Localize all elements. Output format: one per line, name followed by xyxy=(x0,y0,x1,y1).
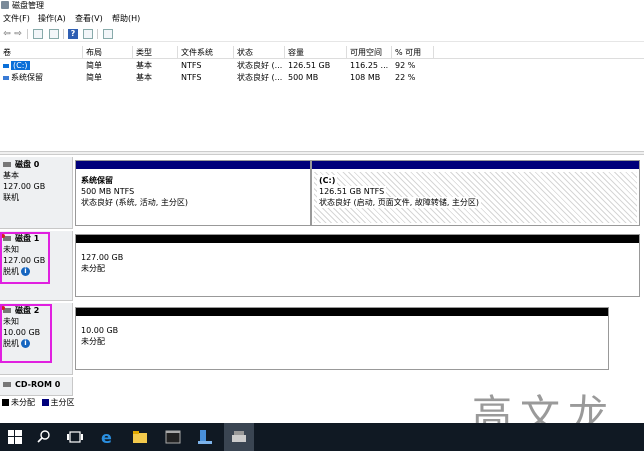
menu-help[interactable]: 帮助(H) xyxy=(112,12,140,25)
properties-icon[interactable] xyxy=(49,29,59,39)
legend-unallocated: 未分配 xyxy=(11,398,35,407)
search-icon[interactable] xyxy=(35,428,53,446)
pane-splitter[interactable] xyxy=(0,151,644,155)
disk-0-name: 磁盘 0 xyxy=(15,160,40,169)
legend-primary: 主分区 xyxy=(50,398,75,407)
volume-capacity: 126.51 GB xyxy=(288,61,331,70)
disk-0-size: 127.00 GB xyxy=(3,182,46,191)
volume-name: (C:) xyxy=(11,61,30,70)
task-view-icon[interactable] xyxy=(66,428,84,446)
column-header-layout[interactable]: 布局 xyxy=(83,46,133,59)
highlight-box xyxy=(0,304,52,363)
taskbar: e xyxy=(0,423,644,451)
menu-view[interactable]: 查看(V) xyxy=(75,12,103,25)
disk-management-app-icon xyxy=(1,1,9,9)
back-arrow-icon[interactable]: ⇦ xyxy=(2,29,12,39)
volume-status: 状态良好 (... xyxy=(237,73,283,82)
cdrom-icon xyxy=(3,382,11,387)
volume-list-header: 卷 布局 类型 文件系统 状态 容量 可用空间 % 可用 xyxy=(0,46,644,59)
server-manager-icon[interactable] xyxy=(196,428,214,446)
cdrom-label[interactable]: CD-ROM 0 xyxy=(0,377,73,396)
volume-filesystem: NTFS xyxy=(181,73,202,82)
toolbar: ⇦ ⇨ ? xyxy=(0,26,644,42)
partition-name: (C:) xyxy=(317,175,338,186)
drive-icon xyxy=(3,63,9,68)
partition-status: 状态良好 (启动, 页面文件, 故障转储, 主分区) xyxy=(317,197,482,208)
volume-filesystem: NTFS xyxy=(181,61,202,70)
partition-status: 未分配 xyxy=(81,264,105,273)
volume-name: 系统保留 xyxy=(11,73,43,82)
active-taskbar-item[interactable] xyxy=(224,423,254,451)
partition-disk-1-unallocated[interactable]: 127.00 GB 未分配 xyxy=(75,234,640,297)
forward-arrow-icon[interactable]: ⇨ xyxy=(13,29,23,39)
column-header-filesystem[interactable]: 文件系统 xyxy=(178,46,234,59)
partition-size: 126.51 GB NTFS xyxy=(317,186,387,197)
column-header-percent-free[interactable]: % 可用 xyxy=(392,46,434,59)
disk-0-state: 联机 xyxy=(3,193,19,202)
volume-percent-free: 22 % xyxy=(395,73,416,82)
volume-layout: 简单 xyxy=(86,61,102,70)
partition-size: 10.00 GB xyxy=(81,326,119,335)
refresh-list-icon[interactable] xyxy=(103,29,113,39)
drive-icon xyxy=(3,75,9,80)
column-header-status[interactable]: 状态 xyxy=(234,46,285,59)
primary-swatch xyxy=(41,399,49,406)
column-header-capacity[interactable]: 容量 xyxy=(285,46,347,59)
windows-start-icon[interactable] xyxy=(6,428,24,446)
partition-system-reserved[interactable]: 系统保留 500 MB NTFS 状态良好 (系统, 活动, 主分区) xyxy=(75,160,311,226)
window-title: 磁盘管理 xyxy=(12,1,44,10)
column-header-free-space[interactable]: 可用空间 xyxy=(347,46,392,59)
column-header-volume[interactable]: 卷 xyxy=(0,46,83,59)
disk-management-icon xyxy=(232,431,246,442)
view-icon[interactable] xyxy=(83,29,93,39)
file-explorer-icon[interactable] xyxy=(131,428,149,446)
menu-action[interactable]: 操作(A) xyxy=(38,12,66,25)
partition-size: 500 MB NTFS xyxy=(81,187,135,196)
highlight-box xyxy=(0,232,50,284)
volume-row[interactable]: 系统保留 简单 基本 NTFS 状态良好 (... 500 MB 108 MB … xyxy=(0,72,644,84)
menu-file[interactable]: 文件(F) xyxy=(3,12,30,25)
partition-status: 状态良好 (系统, 活动, 主分区) xyxy=(81,198,188,207)
volume-capacity: 500 MB xyxy=(288,73,319,82)
column-header-type[interactable]: 类型 xyxy=(133,46,178,59)
title-bar: 磁盘管理 xyxy=(0,0,644,11)
disk-0-label[interactable]: 磁盘 0 基本 127.00 GB 联机 xyxy=(0,157,73,229)
volume-layout: 简单 xyxy=(86,73,102,82)
partition-disk-2-unallocated[interactable]: 10.00 GB 未分配 xyxy=(75,307,609,370)
disk-0-type: 基本 xyxy=(3,171,19,180)
menu-bar: 文件(F) 操作(A) 查看(V) 帮助(H) xyxy=(0,12,644,25)
help-icon[interactable]: ? xyxy=(68,29,78,39)
volume-type: 基本 xyxy=(136,73,152,82)
volume-row[interactable]: (C:) 简单 基本 NTFS 状态良好 (... 126.51 GB 116.… xyxy=(0,60,644,72)
disk-icon xyxy=(3,162,11,167)
partition-status: 未分配 xyxy=(81,337,105,346)
cdrom-name: CD-ROM 0 xyxy=(15,380,61,389)
command-prompt-icon[interactable] xyxy=(164,428,182,446)
unallocated-swatch xyxy=(2,399,9,406)
partition-name: 系统保留 xyxy=(81,176,113,185)
edge-browser-icon[interactable]: e xyxy=(98,428,116,446)
partition-size: 127.00 GB xyxy=(81,253,124,262)
volume-free-space: 116.25 ... xyxy=(350,61,389,70)
volume-percent-free: 92 % xyxy=(395,61,416,70)
svg-text:e: e xyxy=(101,428,112,446)
show-hide-console-tree-icon[interactable] xyxy=(33,29,43,39)
volume-free-space: 108 MB xyxy=(350,73,381,82)
volume-type: 基本 xyxy=(136,61,152,70)
volume-status: 状态良好 (... xyxy=(237,61,283,70)
partition-c-drive[interactable]: (C:) 126.51 GB NTFS 状态良好 (启动, 页面文件, 故障转储… xyxy=(311,160,640,226)
